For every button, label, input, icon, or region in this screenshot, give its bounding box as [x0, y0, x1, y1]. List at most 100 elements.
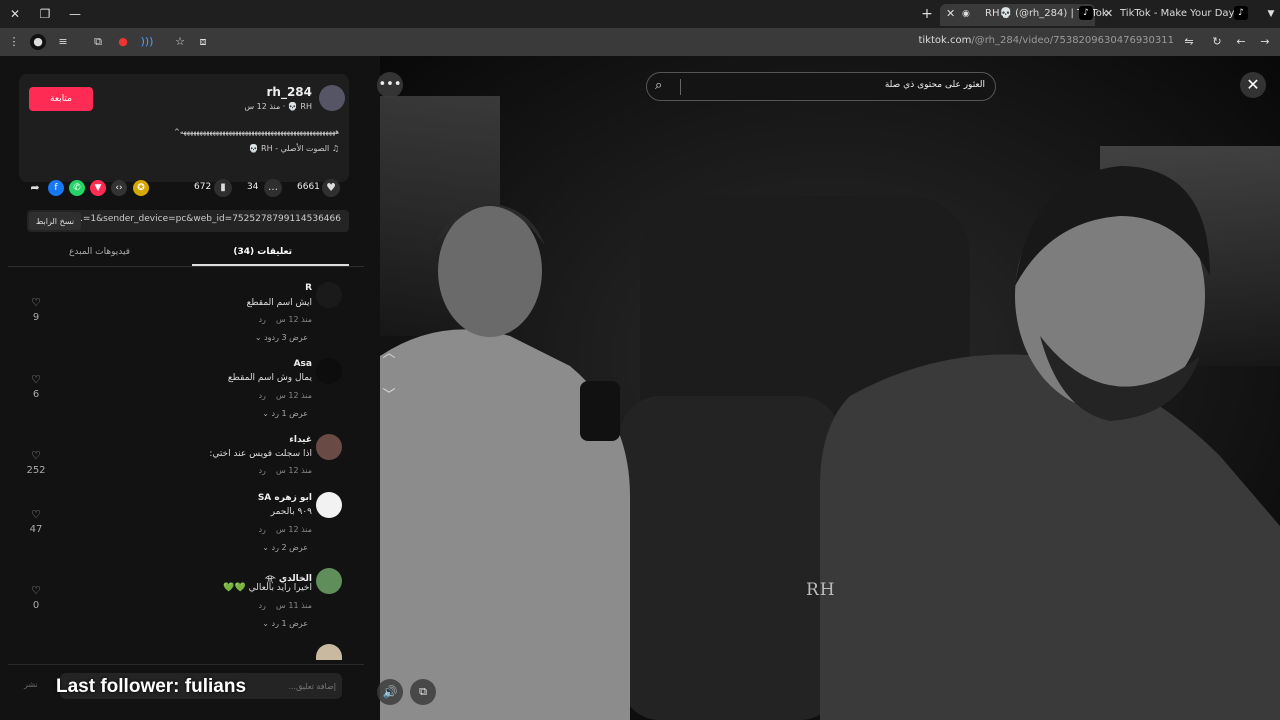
site-settings-icon[interactable]: ⇋ — [1181, 34, 1197, 50]
comment-meta: منذ 12 س رد — [258, 391, 312, 400]
like-icon[interactable]: ♥ — [322, 179, 340, 197]
search-icon[interactable]: ⌕ — [655, 78, 662, 93]
comment-like-icon[interactable]: ♡ — [29, 584, 43, 597]
commenter-name[interactable]: Asa — [294, 359, 312, 369]
commenter-name[interactable]: الخالدي 𓁿 — [265, 569, 312, 584]
broadcast-icon[interactable]: ))) — [139, 34, 155, 50]
comment-like-icon[interactable]: ♡ — [29, 508, 43, 521]
related-search-bar[interactable]: ⌕ العثور على محتوى ذي صلة — [646, 72, 996, 101]
reply-link[interactable]: رد — [258, 601, 265, 610]
share-icon[interactable]: ➦ — [27, 180, 43, 196]
reply-link[interactable]: رد — [258, 466, 265, 475]
author-nickname: RH 💀 — [287, 102, 312, 111]
url-path: /@rh_284/video/7538209630476930311 — [971, 35, 1174, 46]
menu-icon[interactable]: ⋮ — [6, 34, 22, 50]
send-to-friend-icon[interactable]: ▼ — [90, 180, 106, 196]
forward-icon[interactable]: ← — [1233, 34, 1249, 50]
address-bar[interactable]: tiktok.com/@rh_284/video/753820963047693… — [918, 35, 1174, 46]
post-caption: هههههههههههههههههههههههههههههههههههههههه… — [174, 128, 339, 136]
extensions-icon[interactable]: ⧉ — [90, 34, 106, 50]
post-comment-button[interactable]: نشر — [24, 680, 38, 689]
profile-icon[interactable]: ● — [30, 34, 46, 50]
comment-like-count: 6 — [32, 389, 40, 400]
commenter-name[interactable]: ابو زهره SA — [258, 493, 312, 503]
view-replies[interactable]: عرض 1 رد ⌄ — [262, 409, 308, 418]
search-input[interactable]: العثور على محتوى ذي صلة — [885, 80, 985, 90]
commenter-avatar[interactable] — [316, 644, 342, 660]
audio-icon[interactable]: ◉ — [962, 4, 970, 24]
music-row[interactable]: ♫ الصوت الأصلي - RH 💀 — [249, 144, 339, 153]
volume-icon[interactable]: 🔊 — [377, 679, 403, 705]
next-video-icon[interactable]: ﹀ — [377, 384, 401, 408]
comment-time: منذ 12 س — [276, 525, 312, 534]
view-replies[interactable]: عرض 1 رد ⌄ — [262, 619, 308, 628]
close-tab-icon[interactable]: ✕ — [1104, 4, 1113, 24]
embed-icon[interactable]: ‹› — [111, 180, 127, 196]
tab-creator-videos[interactable]: فيديوهات المبدع — [69, 247, 130, 257]
tab-tiktok-home[interactable]: ✕ TikTok - Make Your Day ♪ — [1098, 4, 1258, 26]
tab-tiktok-profile[interactable]: ✕ ◉ RH💀 (@rh_284) | TikTok ♪ — [940, 4, 1108, 26]
comment-text: اخيرا رايد بالعالي 💚💚 — [223, 583, 312, 593]
copy-link-button[interactable]: نسخ الرابط — [29, 212, 81, 230]
comment-meta: منذ 12 س رد — [258, 466, 312, 475]
commenter-avatar[interactable] — [316, 492, 342, 518]
view-replies[interactable]: عرض 3 ردود ⌄ — [255, 333, 308, 342]
divider — [8, 266, 364, 267]
more-options-icon[interactable]: ••• — [377, 72, 403, 98]
author-username[interactable]: rh_284 — [266, 85, 312, 99]
commenter-avatar[interactable] — [316, 568, 342, 594]
view-replies-label: عرض 1 رد — [271, 409, 308, 418]
view-replies[interactable]: عرض 2 رد ⌄ — [262, 543, 308, 552]
comment-text: اذا سجلت فويس عند اختي: — [209, 449, 312, 459]
back-icon[interactable]: → — [1257, 34, 1273, 50]
browser-tab-bar: ✕ ❐ — + ✕ ◉ RH💀 (@rh_284) | TikTok ♪ ✕ T… — [0, 0, 1280, 28]
stream-overlay-text: Last follower: fulians — [56, 676, 247, 697]
minimize-window-icon[interactable]: — — [66, 5, 84, 23]
new-tab-icon[interactable]: + — [918, 5, 936, 23]
record-icon[interactable]: ● — [115, 34, 131, 50]
repost-icon[interactable]: ✪ — [133, 180, 149, 196]
commenter-name[interactable]: غيداء — [289, 435, 312, 445]
install-app-icon[interactable]: ⧈ — [195, 34, 211, 50]
panel-tabs: تعليقات (34) فيديوهات المبدع — [8, 242, 364, 266]
comment-count: 34 — [247, 182, 259, 192]
share-link-text[interactable]: ...=1&sender_device=pc&web_id=7525278799… — [74, 214, 341, 224]
reply-link[interactable]: رد — [258, 525, 265, 534]
commenter-avatar[interactable] — [316, 282, 342, 308]
whatsapp-icon[interactable]: ✆ — [69, 180, 85, 196]
reply-link[interactable]: رد — [258, 391, 265, 400]
restore-window-icon[interactable]: ❐ — [36, 5, 54, 23]
comment-like-count: 0 — [32, 600, 40, 611]
playlist-icon[interactable]: ≡ — [55, 34, 71, 50]
video-watermark: RH — [806, 580, 836, 600]
comment-meta: منذ 12 س رد — [258, 315, 312, 324]
previous-video-icon[interactable]: ︿ — [377, 342, 401, 366]
commenter-avatar[interactable] — [316, 358, 342, 384]
tab-search-icon[interactable]: ▼ — [1262, 5, 1280, 23]
comment-like-count: 47 — [29, 524, 43, 535]
post-time: منذ 12 س — [244, 102, 281, 111]
video-player[interactable] — [380, 56, 1280, 720]
close-tab-icon[interactable]: ✕ — [946, 4, 955, 24]
reply-link[interactable]: رد — [258, 315, 265, 324]
comment-like-icon[interactable]: ♡ — [29, 296, 43, 309]
commenter-name[interactable]: R — [305, 283, 312, 293]
save-icon[interactable]: ▮ — [214, 179, 232, 197]
facebook-icon[interactable]: f — [48, 180, 64, 196]
follow-button[interactable]: متابعة — [29, 87, 93, 111]
commenter-avatar[interactable] — [316, 434, 342, 460]
comment-like-icon[interactable]: ♡ — [29, 373, 43, 386]
author-avatar[interactable] — [319, 85, 345, 111]
share-link-box: ...=1&sender_device=pc&web_id=7525278799… — [27, 210, 349, 232]
comment-icon[interactable]: … — [264, 179, 282, 197]
url-host: tiktok.com — [918, 35, 972, 46]
reload-icon[interactable]: ↻ — [1209, 34, 1225, 50]
tab-comments[interactable]: تعليقات (34) — [233, 247, 292, 257]
comment-like-icon[interactable]: ♡ — [29, 449, 43, 462]
close-window-icon[interactable]: ✕ — [6, 5, 24, 23]
bookmark-star-icon[interactable]: ☆ — [172, 34, 188, 50]
comment-meta: منذ 12 س رد — [258, 525, 312, 534]
comment-time: منذ 12 س — [276, 391, 312, 400]
picture-in-picture-icon[interactable]: ⧉ — [410, 679, 436, 705]
close-video-icon[interactable]: ✕ — [1240, 72, 1266, 98]
